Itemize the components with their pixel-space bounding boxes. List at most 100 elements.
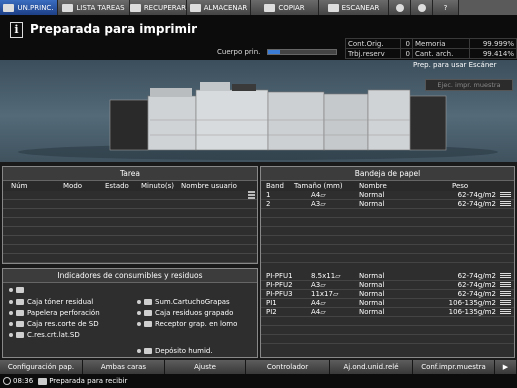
tab-copy[interactable]: COPIAR [251,0,319,15]
toner-status [9,287,24,293]
task-row[interactable] [3,227,257,236]
tab-globe[interactable] [389,0,411,15]
controller-button[interactable]: Controlador [246,360,330,374]
sample-print-button[interactable]: Ejec. impr. muestra [425,79,513,91]
tray-row[interactable]: PI-PFU1 8.5x11▱ Normal 62-74g/m2 [261,272,514,281]
task-row[interactable] [3,191,257,200]
consumable-item: C.res.crt.lat.SD [9,331,80,339]
duplex-button[interactable]: Ambas caras [83,360,165,374]
clock-time: 08:36 [13,377,34,385]
consumables-panel: Indicadores de consumibles y residuos Ca… [2,268,258,358]
status-dot-icon [9,288,13,292]
status-dot-icon [137,300,141,304]
consumable-label: Caja tóner residual [27,298,94,306]
next-button[interactable]: ▶ [495,360,517,374]
paper-setting-button[interactable]: Configuración pap. [0,360,83,374]
tray-weight: 62-74g/m2 [457,272,496,280]
tray-row [261,245,514,254]
tray-id: PI2 [266,308,277,316]
tab-volume[interactable] [411,0,433,15]
scroll-grip [248,191,255,193]
status-bar: 08:36 Preparada para recibir [0,374,517,388]
task-row[interactable] [3,218,257,227]
toner-icon [16,287,24,293]
trim-waste-icon [16,321,24,327]
tray-weight: 62-74g/m2 [457,281,496,289]
tray-row [261,335,514,344]
copy-icon [264,3,276,12]
tray-weight: 106-135g/m2 [448,299,496,307]
punch-waste-icon [16,310,24,316]
consumable-item: Caja residuos grapado [137,309,233,317]
task-row[interactable] [3,200,257,209]
paper-level-icon [500,309,511,315]
status-dot-icon [137,311,141,315]
machine-illustration [0,60,517,162]
scroll-grip [248,197,255,199]
main-body-label: Cuerpo prin. [217,48,261,56]
tray-size: 8.5x11▱ [311,272,341,280]
paper-level-icon [500,273,511,279]
tray-paper-name: Normal [359,281,385,289]
memory-label: Memoria [411,38,470,49]
paper-tray-title: Bandeja de papel [261,167,514,181]
paper-level-icon [500,192,511,198]
tray-row [261,236,514,245]
task-scrollbar[interactable] [248,191,255,261]
tray-weight: 62-74g/m2 [457,290,496,298]
unit-adjust-button[interactable]: Aj.ond.unid.relé [330,360,413,374]
paper-tray-panel: Bandeja de papel Band Tamaño (mm) Nombre… [260,166,515,358]
tab-store[interactable]: ALMACENAR [187,0,251,15]
tray-id: 2 [266,200,271,208]
tray-row[interactable]: PI-PFU3 11x17▱ Normal 62-74g/m2 [261,290,514,299]
sample-print-settings-button[interactable]: Conf.impr.muestra [413,360,495,374]
progress-fill [268,50,281,54]
tray-table-header: Band Tamaño (mm) Nombre Peso [261,181,514,191]
dehumidifier-tank-icon [144,348,152,354]
tray-row [261,218,514,227]
task-panel: Tarea Núm Modo Estado Minuto(s) Nombre u… [2,166,258,264]
tray-row [261,254,514,263]
file-count-label: Cant. arch. [411,48,470,59]
tab-label: ? [443,3,448,12]
original-count-value: 0 [399,38,413,49]
tab-help[interactable]: ? [433,0,459,15]
status-dot-icon [137,322,141,326]
button-label: Configuración pap. [7,363,75,371]
col-tray: Band [266,182,284,190]
tray-weight: 62-74g/m2 [457,200,496,208]
tab-scan[interactable]: ESCANEAR [319,0,389,15]
status-dot-icon [9,300,13,304]
tray-paper-name: Normal [359,191,385,199]
tray-id: PI1 [266,299,277,307]
tab-label: ALMACENAR [203,3,248,12]
tray-paper-name: Normal [359,200,385,208]
tray-row[interactable]: 2 A3▱ Normal 62-74g/m2 [261,200,514,209]
col-user-name: Nombre usuario [181,182,237,190]
task-row[interactable] [3,254,257,263]
tray-row[interactable]: PI2 A4▱ Normal 106-135g/m2 [261,308,514,317]
tray-id: 1 [266,191,271,199]
tray-paper-name: Normal [359,272,385,280]
task-table-header: Núm Modo Estado Minuto(s) Nombre usuario [3,181,257,191]
task-row[interactable] [3,209,257,218]
tab-job-list[interactable]: LISTA TAREAS [58,0,130,15]
consumable-label: Papelera perforación [27,309,100,317]
button-label: ▶ [502,363,509,371]
tray-row[interactable]: 1 A4▱ Normal 62-74g/m2 [261,191,514,200]
tab-recall[interactable]: RECUPERAR [130,0,187,15]
bottom-button-bar: Configuración pap. Ambas caras Ajuste Contr… [0,360,517,374]
task-list[interactable] [3,191,257,263]
tray-row[interactable]: PI1 A4▱ Normal 106-135g/m2 [261,299,514,308]
col-mode: Modo [63,182,83,190]
task-row[interactable] [3,245,257,254]
col-size: Tamaño (mm) [294,182,343,190]
adjustment-button[interactable]: Ajuste [165,360,246,374]
task-panel-title: Tarea [3,167,257,181]
tray-row[interactable]: PI-PFU2 A3▱ Normal 62-74g/m2 [261,281,514,290]
task-row[interactable] [3,236,257,245]
tab-home[interactable]: UN.PRINC. [0,0,58,15]
status-header: i Preparada para imprimir Cuerpo prin. C… [0,15,517,60]
tab-label: ESCANEAR [341,3,380,12]
paper-level-icon [500,201,511,207]
